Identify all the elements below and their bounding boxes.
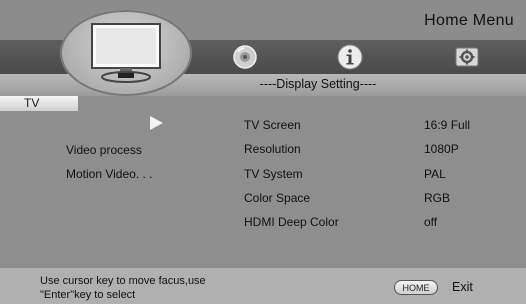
exit-label: Exit [452, 280, 473, 294]
home-menu-screen: Home Menu ----Display Setting---- TV Vid… [0, 0, 526, 304]
setting-value-color-space[interactable]: RGB [424, 191, 450, 205]
tab-display[interactable] [60, 10, 192, 96]
setting-label-hdmi-deep-color[interactable]: HDMI Deep Color [244, 215, 339, 229]
setting-label-color-space[interactable]: Color Space [244, 191, 310, 205]
main-panel: TV Video process Motion Video. . . TV Sc… [0, 96, 526, 268]
gear-icon[interactable] [454, 44, 480, 70]
menu-item-motion-video[interactable]: Motion Video. . . [66, 167, 153, 181]
setting-value-resolution[interactable]: 1080P [424, 142, 459, 156]
setting-label-tv-screen[interactable]: TV Screen [244, 118, 301, 132]
info-icon[interactable] [337, 44, 363, 72]
setting-label-resolution[interactable]: Resolution [244, 142, 301, 156]
hint-line-2: "Enter"key to select [40, 289, 136, 301]
tv-icon [91, 23, 161, 83]
bottom-bar: Use cursor key to move facus,use "Enter"… [0, 268, 526, 304]
setting-value-tv-screen[interactable]: 16:9 Full [424, 118, 470, 132]
page-title: Home Menu [424, 12, 514, 29]
home-button[interactable]: HOME [394, 280, 438, 295]
setting-label-tv-system[interactable]: TV System [244, 167, 303, 181]
setting-value-hdmi-deep-color[interactable]: off [424, 215, 437, 229]
help-hint: Use cursor key to move facus,use "Enter"… [40, 274, 206, 302]
menu-item-tv[interactable]: TV [0, 96, 78, 111]
disc-icon[interactable] [232, 44, 258, 70]
setting-value-tv-system[interactable]: PAL [424, 167, 446, 181]
menu-item-video-process[interactable]: Video process [66, 143, 142, 157]
hint-line-1: Use cursor key to move facus,use [40, 275, 206, 287]
selection-arrow-icon [150, 116, 163, 130]
